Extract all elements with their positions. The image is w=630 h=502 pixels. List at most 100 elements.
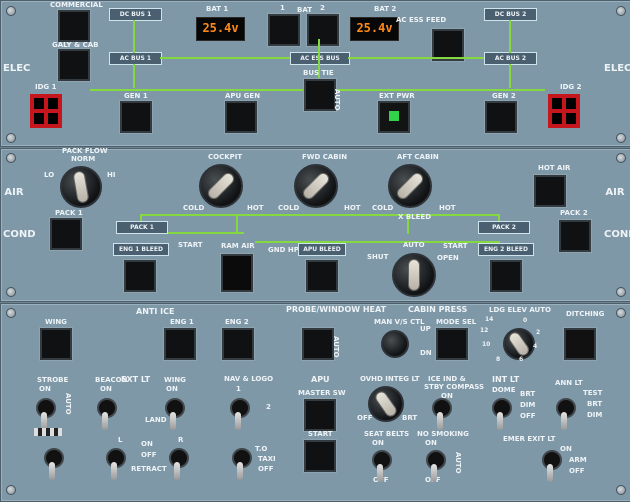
ditching-button[interactable] (564, 328, 596, 360)
wing-light-switch[interactable] (161, 394, 185, 434)
air-start-left-label: START (178, 241, 203, 249)
wing-anti-ice-button[interactable] (40, 328, 72, 360)
cockpit-hot-label: HOT (247, 204, 264, 212)
eng1-bleed-button[interactable] (124, 260, 156, 292)
pack1-button[interactable] (50, 218, 82, 250)
idg2-guard-icon[interactable] (548, 94, 580, 128)
dn-label: DN (420, 349, 432, 357)
pack-flow-label: PACK FLOW (62, 147, 108, 155)
screw (6, 6, 16, 16)
pack2-button[interactable] (559, 220, 591, 252)
bus-tie-label: BUS TIE (303, 69, 334, 77)
aft-hot-label: HOT (439, 204, 456, 212)
ice-ind-switch[interactable] (428, 394, 452, 434)
dome-switch[interactable] (488, 394, 512, 434)
aft-cabin-label: AFT CABIN (397, 153, 439, 161)
emer-exit-lt-switch[interactable] (538, 446, 562, 486)
nav-logo-switch[interactable] (226, 394, 250, 434)
gnd-hp-label: GND HP (268, 246, 299, 254)
ram-air-button[interactable] (221, 254, 253, 292)
no-smoking-switch[interactable] (422, 446, 446, 486)
beacon-label: BEACON (95, 376, 128, 384)
air-cond-side-label-left: AIR (4, 187, 24, 198)
ann-brt-label: BRT (587, 400, 603, 408)
ann-lt-switch[interactable] (552, 394, 576, 434)
wing-light-label: WING (164, 376, 186, 384)
man-vs-ctl-label: MAN V/S CTL (374, 318, 425, 326)
pack-flow-norm-label: NORM (71, 155, 96, 163)
strobe-label: STROBE (37, 376, 69, 384)
cockpit-label: COCKPIT (208, 153, 243, 161)
commercial-button[interactable] (58, 10, 90, 42)
ann-lt-label: ANN LT (555, 379, 583, 387)
idg1-guard-icon[interactable] (30, 94, 62, 128)
nav-logo-label: NAV & LOGO (224, 375, 274, 383)
mode-sel-button[interactable] (436, 328, 468, 360)
man-vs-ctl-knob[interactable] (381, 330, 409, 358)
bat2-label: BAT 2 (374, 5, 397, 13)
apu-bleed-button[interactable] (306, 260, 338, 292)
bat2-button[interactable] (307, 14, 339, 46)
probe-auto-label: AUTO (332, 336, 340, 358)
pack2-line-box: PACK 2 (478, 221, 530, 234)
master-sw-label: MASTER SW (298, 389, 346, 397)
gen2-button[interactable] (485, 101, 517, 133)
aft-cabin-temp-knob[interactable] (388, 164, 432, 208)
land-r-label: R (178, 436, 184, 444)
to-label: T.O (255, 445, 268, 453)
eng2-anti-ice-button[interactable] (222, 328, 254, 360)
screw (6, 287, 16, 297)
beacon-switch[interactable] (93, 394, 117, 434)
apu-start-label: START (308, 430, 333, 438)
ldg-12: 12 (480, 327, 489, 334)
apu-label: APU (311, 375, 330, 384)
apu-master-switch[interactable] (304, 399, 336, 431)
pack-flow-pointer (73, 171, 89, 203)
apu-gen-label: APU GEN (225, 92, 261, 100)
ac-ess-bus-box: AC ESS BUS (290, 52, 350, 65)
eng1-anti-ice-button[interactable] (164, 328, 196, 360)
overhead-panel: ELEC ELEC COMMERCIAL GALY & CAB AUTO IDG… (0, 0, 630, 502)
bat1-button[interactable] (268, 14, 300, 46)
ldg-elev-pointer (508, 331, 530, 357)
eng2-bleed-button[interactable] (490, 260, 522, 292)
land-off-label: OFF (141, 451, 157, 459)
fwd-cabin-temp-knob[interactable] (294, 164, 338, 208)
pack1-label: PACK 1 (55, 209, 83, 217)
galy-cab-button[interactable] (58, 49, 90, 81)
screw (6, 153, 16, 163)
x-bleed-knob[interactable] (392, 253, 436, 297)
land-right-switch[interactable] (165, 444, 189, 484)
screw (6, 485, 16, 495)
apu-gen-button[interactable] (225, 101, 257, 133)
strobe-auto-label: AUTO (64, 393, 72, 415)
land-left-switch[interactable] (102, 444, 126, 484)
ovhd-integ-lt-pointer (374, 390, 398, 418)
dome-off-label: OFF (520, 412, 536, 420)
eng2-bleed-box: ENG 2 BLEED (478, 243, 534, 256)
ovhd-integ-lt-knob[interactable] (368, 386, 404, 422)
nav-logo-1-label: 1 (236, 385, 241, 393)
air-cond-side-label-right-2: COND (604, 229, 630, 240)
nose-taxi-switch[interactable] (228, 444, 252, 484)
probe-heat-button[interactable] (302, 328, 334, 360)
gen1-button[interactable] (120, 101, 152, 133)
ldg-elev-label: LDG ELEV AUTO (489, 306, 551, 314)
strobe-guard-icon (34, 428, 62, 436)
hot-air-button[interactable] (534, 175, 566, 207)
mode-sel-label: MODE SEL (436, 318, 477, 326)
ldg-2: 2 (536, 329, 541, 336)
pack-flow-knob[interactable] (60, 166, 102, 208)
cockpit-temp-knob[interactable] (199, 164, 243, 208)
seat-belts-switch[interactable] (368, 446, 392, 486)
screw (6, 133, 16, 143)
air-cond-side-label-right: AIR (605, 187, 625, 198)
ac-bus-1-box: AC BUS 1 (109, 52, 162, 65)
aft-cold-label: COLD (372, 204, 394, 212)
bus-tie-button[interactable] (304, 79, 336, 111)
ext-pwr-button[interactable] (378, 101, 410, 133)
emer-exit-lt-label: EMER EXIT LT (503, 435, 556, 443)
rwy-turnoff-left-switch[interactable] (40, 444, 64, 484)
dome-dim-label: DIM (520, 401, 536, 409)
apu-start-button[interactable] (304, 440, 336, 472)
